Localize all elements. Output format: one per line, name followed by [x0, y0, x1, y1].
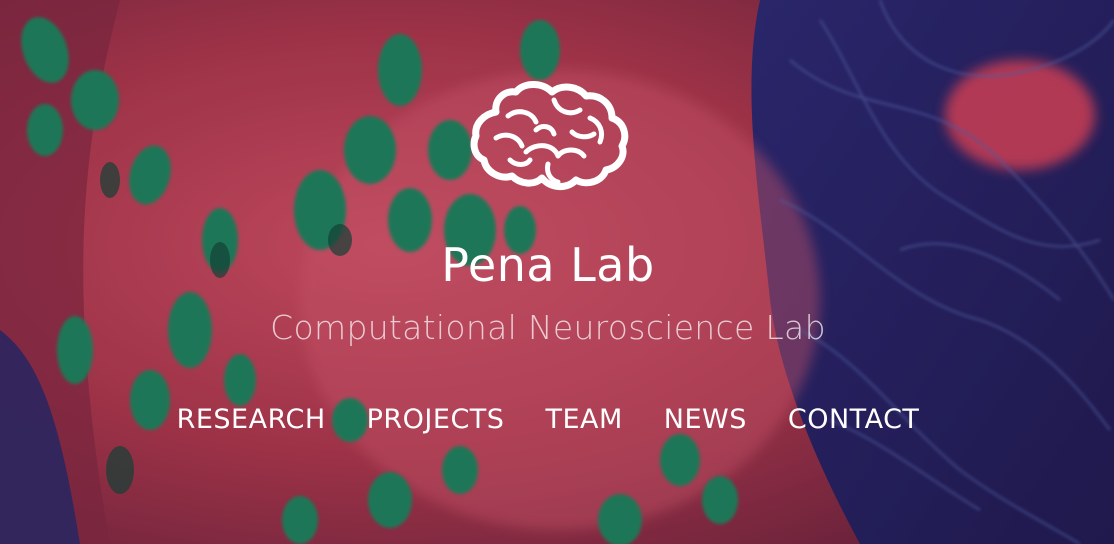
hero-content: Pena Lab Computational Neuroscience Lab … — [0, 0, 1114, 544]
main-nav: RESEARCH PROJECTS TEAM NEWS CONTACT — [0, 402, 1096, 438]
nav-link-research[interactable]: RESEARCH — [177, 402, 326, 438]
nav-link-news[interactable]: NEWS — [664, 402, 747, 438]
site-subtitle: Computational Neuroscience Lab — [270, 308, 826, 347]
brain-icon — [470, 81, 629, 190]
nav-link-contact[interactable]: CONTACT — [788, 402, 920, 438]
hero-section: Pena Lab Computational Neuroscience Lab … — [0, 0, 1114, 544]
site-title: Pena Lab — [441, 238, 655, 292]
nav-link-projects[interactable]: PROJECTS — [367, 402, 505, 438]
nav-link-team[interactable]: TEAM — [545, 402, 622, 438]
